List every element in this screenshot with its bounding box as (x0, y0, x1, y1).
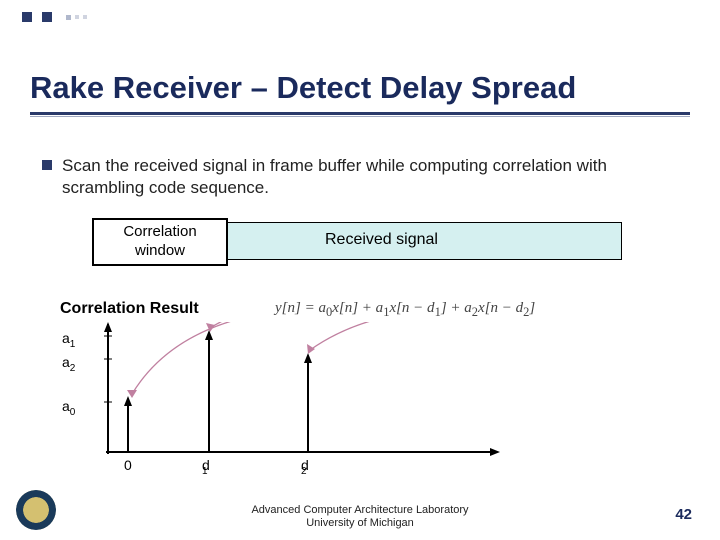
corr-window-line1: Correlation (94, 223, 226, 242)
footer-line2: University of Michigan (306, 517, 414, 529)
slide-decoration (22, 12, 87, 22)
received-signal-label: Received signal (325, 231, 438, 249)
footer-line1: Advanced Computer Architecture Laborator… (251, 504, 468, 516)
page-number: 42 (675, 506, 692, 523)
correlation-window-box: Correlation window (92, 218, 228, 266)
bullet-text: Scan the received signal in frame buffer… (62, 155, 682, 199)
equation: y[n] = a0x[n] + a1x[n − d1] + a2x[n − d2… (275, 300, 535, 320)
bullet-item: Scan the received signal in frame buffer… (42, 155, 682, 199)
footer: Advanced Computer Architecture Laborator… (0, 504, 720, 530)
y-axis-labels: a1 a2 a0 (62, 330, 75, 422)
corr-window-line2: window (94, 242, 226, 261)
title-block: Rake Receiver – Detect Delay Spread (30, 70, 690, 117)
correlation-result-label: Correlation Result (60, 300, 199, 318)
correlation-chart: a1 a2 a0 0 d1 d2 (84, 322, 504, 482)
bullet-icon (42, 160, 52, 170)
slide-title: Rake Receiver – Detect Delay Spread (30, 70, 690, 106)
